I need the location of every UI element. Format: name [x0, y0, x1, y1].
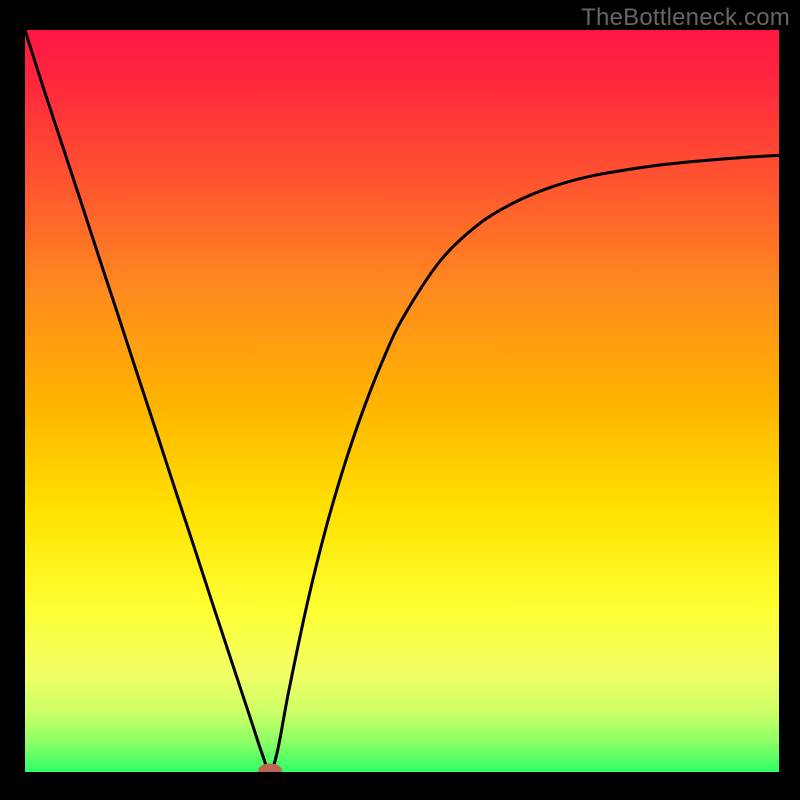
optimum-marker: [258, 764, 282, 778]
bottleneck-chart: [0, 0, 800, 800]
plot-background: [25, 30, 779, 772]
attribution-label: TheBottleneck.com: [581, 4, 790, 32]
chart-frame: TheBottleneck.com: [0, 0, 800, 800]
